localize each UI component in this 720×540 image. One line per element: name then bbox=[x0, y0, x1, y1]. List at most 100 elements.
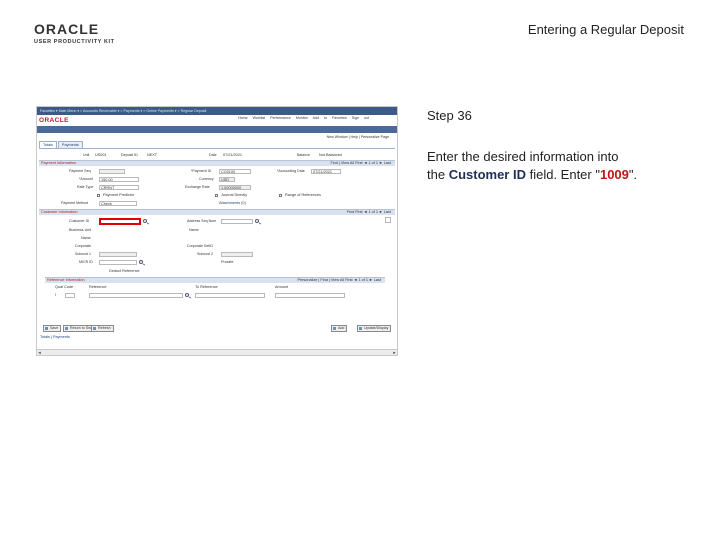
accounting-date-label: *Accounting Date bbox=[277, 169, 305, 173]
breadcrumb-bar[interactable]: Favorites ▾ Main Menu ▾ > Accounts Recei… bbox=[37, 107, 397, 115]
oracle-upk-logo: ORACLE USER PRODUCTIVITY KIT bbox=[34, 22, 126, 45]
payment-info-header: Payment Information Find | View All Firs… bbox=[39, 160, 395, 166]
save-button[interactable]: Save bbox=[43, 325, 62, 332]
currency-field[interactable]: USD bbox=[219, 177, 235, 182]
exchange-rate-field: 1.00000000 bbox=[219, 185, 251, 190]
refresh-button[interactable]: Refresh bbox=[91, 325, 114, 332]
currency-value: USD bbox=[221, 178, 230, 182]
rate-type-field[interactable]: CRRNT bbox=[99, 185, 139, 190]
update-icon bbox=[359, 327, 362, 330]
add-label: Add bbox=[338, 326, 345, 330]
rate-type-label: Rate Type bbox=[77, 185, 94, 189]
refresh-icon bbox=[93, 327, 96, 330]
unit-label: Unit bbox=[83, 153, 90, 157]
app-sub-bar bbox=[37, 126, 397, 133]
new-window-links[interactable]: New Window | Help | Personalize Page bbox=[327, 135, 389, 139]
add-button[interactable]: Add bbox=[331, 325, 348, 332]
return-icon bbox=[65, 327, 68, 330]
attachments-link[interactable]: Attachments (0) bbox=[219, 201, 246, 205]
save-label: Save bbox=[50, 326, 59, 330]
app-nav-links[interactable]: Home Worklist Performance Monitor Add to… bbox=[238, 116, 369, 120]
save-icon bbox=[45, 327, 48, 330]
col-qual-code: Qual Code bbox=[55, 285, 74, 289]
col-reference: Reference bbox=[89, 285, 107, 289]
currency-label: Currency bbox=[199, 177, 214, 181]
micr-field[interactable] bbox=[99, 260, 137, 265]
ref-amount-field[interactable] bbox=[275, 293, 345, 298]
payment-info-nav[interactable]: Find | View All First ◄ 1 of 1 ► Last bbox=[330, 161, 391, 166]
deduct-reference-label: Deduct Reference bbox=[109, 269, 140, 273]
scroll-right-icon[interactable]: ► bbox=[392, 350, 397, 355]
payment-method-select[interactable]: Check bbox=[99, 201, 137, 206]
micr-lookup-icon[interactable] bbox=[139, 260, 143, 264]
col-amount: Amount bbox=[275, 285, 289, 289]
prorate-label: Prorate bbox=[221, 260, 234, 264]
col-to-reference: To Reference bbox=[195, 285, 218, 289]
step-number: Step 36 bbox=[427, 108, 472, 123]
payment-id-label: *Payment ID bbox=[191, 169, 212, 173]
reference-field[interactable] bbox=[89, 293, 183, 298]
update-label: Update/Display bbox=[364, 326, 389, 330]
tab-payments[interactable]: Payments bbox=[57, 141, 83, 148]
customer-id-label: Customer ID bbox=[69, 219, 90, 223]
customer-info-nav[interactable]: Find First ◄ 1 of 1 ► Last bbox=[347, 210, 391, 215]
logo-word: ORACLE bbox=[34, 21, 100, 37]
payment-method-value: Check bbox=[101, 202, 112, 206]
delete-row-button[interactable] bbox=[385, 217, 391, 223]
footer-tab-links[interactable]: Totals | Payments bbox=[40, 335, 70, 339]
tab-totals[interactable]: Totals bbox=[39, 141, 57, 148]
address-seq-label: Address Seq Num bbox=[187, 219, 217, 223]
micr-label: MICR ID bbox=[79, 260, 93, 264]
customer-info-header: Customer Information Find First ◄ 1 of 1… bbox=[39, 209, 395, 215]
journal-directly-checkbox[interactable] bbox=[215, 194, 218, 197]
range-of-references-checkbox[interactable] bbox=[279, 194, 282, 197]
reference-info-title: Reference Information bbox=[47, 278, 85, 282]
reference-info-nav[interactable]: Personalize | Find | View All First ◄ 1 … bbox=[298, 278, 382, 283]
update-display-button[interactable]: Update/Display bbox=[357, 325, 392, 332]
reference-info-header: Reference Information Personalize | Find… bbox=[45, 277, 385, 283]
horizontal-scrollbar[interactable]: ◄ ► bbox=[37, 349, 397, 355]
amount-value: 150.00 bbox=[101, 178, 113, 182]
payment-seq-label: Payment Seq bbox=[69, 169, 91, 173]
corporate-setid-label: Corporate SetID bbox=[187, 244, 213, 248]
customer-id-lookup-icon[interactable] bbox=[143, 219, 147, 223]
customer-id-field[interactable] bbox=[99, 218, 141, 225]
journal-directly-label: Journal Directly bbox=[221, 193, 248, 197]
ref-row-qual: I bbox=[55, 293, 57, 297]
reference-lookup-icon[interactable] bbox=[185, 293, 189, 297]
address-seq-lookup-icon[interactable] bbox=[255, 219, 259, 223]
customer-info-title: Customer Information bbox=[41, 210, 78, 214]
accounting-date-field[interactable]: 07/21/2021 bbox=[311, 169, 341, 174]
instruction-field-name: Customer ID bbox=[448, 167, 526, 182]
payment-predictor-checkbox[interactable] bbox=[97, 194, 100, 197]
ref-qual-select[interactable] bbox=[65, 293, 75, 298]
instruction-text: Enter the desired information into the C… bbox=[427, 148, 689, 184]
unit-value: US001 bbox=[95, 153, 107, 157]
instruction-mid: field. Enter " bbox=[525, 167, 600, 182]
subcust1-label: Subcust 1 bbox=[75, 252, 91, 256]
subcust2-field bbox=[221, 252, 253, 257]
to-reference-field[interactable] bbox=[195, 293, 265, 298]
payment-seq-field bbox=[99, 169, 125, 174]
accounting-date-value: 07/21/2021 bbox=[313, 170, 333, 174]
page-tabs: Totals Payments bbox=[39, 141, 84, 148]
instruction-value: 1009 bbox=[599, 167, 629, 182]
app-screenshot: Favorites ▾ Main Menu ▾ > Accounts Recei… bbox=[36, 106, 398, 356]
payment-info-title: Payment Information bbox=[41, 161, 77, 165]
address-seq-field[interactable] bbox=[221, 219, 253, 224]
name2-label: Name bbox=[81, 236, 91, 240]
amount-field[interactable]: 150.00 bbox=[99, 177, 139, 182]
payment-method-label: Payment Method bbox=[61, 201, 89, 205]
scroll-left-icon[interactable]: ◄ bbox=[37, 350, 42, 355]
payment-id-field[interactable]: CO0100 bbox=[219, 169, 251, 174]
payment-predictor-label: Payment Predictor bbox=[103, 193, 135, 197]
instruction-post: ". bbox=[628, 167, 638, 182]
exchange-rate-value: 1.00000000 bbox=[221, 186, 242, 190]
refresh-label: Refresh bbox=[98, 326, 111, 330]
subcust2-label: Subcust 2 bbox=[197, 252, 213, 256]
rate-type-value: CRRNT bbox=[101, 186, 115, 190]
date-label: Date bbox=[209, 153, 217, 157]
app-oracle-logo: ORACLE bbox=[39, 117, 69, 124]
payment-id-value: CO0100 bbox=[221, 170, 236, 174]
business-unit-label: Business Unit bbox=[69, 228, 91, 232]
